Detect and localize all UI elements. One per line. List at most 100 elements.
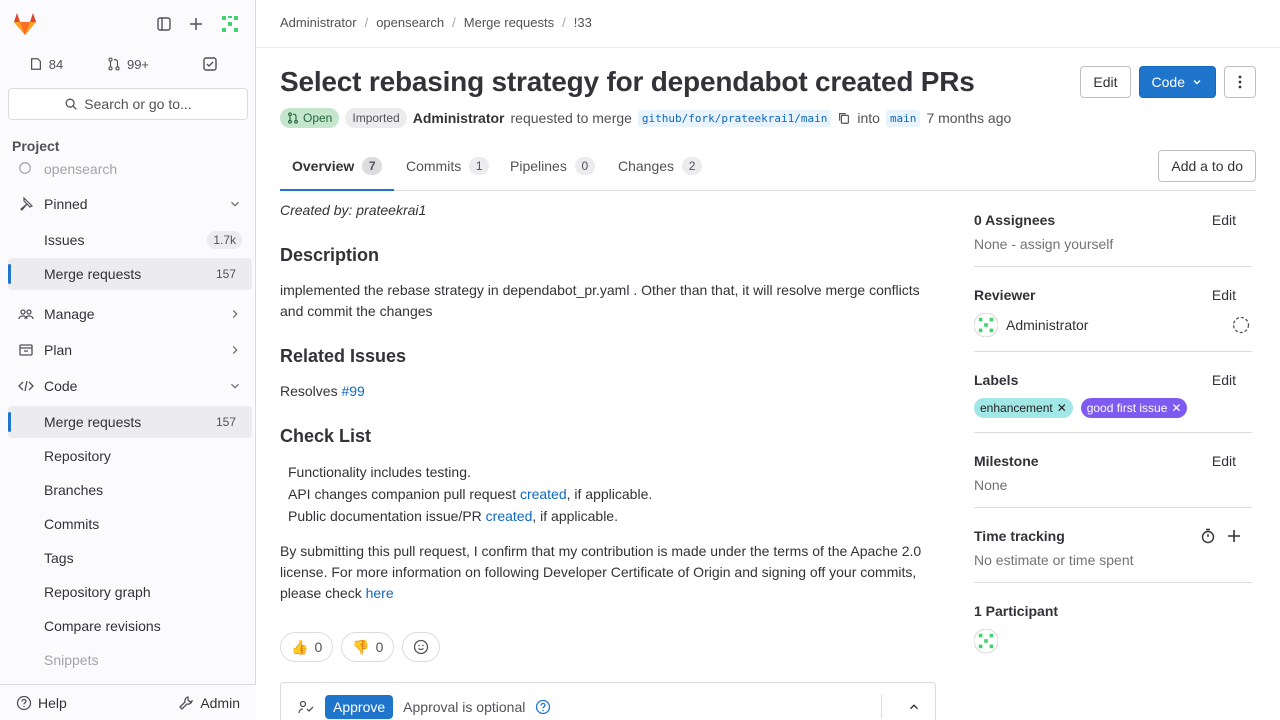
help-button[interactable]: Help: [8, 689, 75, 717]
chevron-right-icon: [228, 307, 242, 321]
breadcrumb-item-mr[interactable]: !33: [574, 15, 592, 30]
label-chip-good-first-issue[interactable]: good first issue ✕: [1080, 398, 1188, 418]
author-link[interactable]: Administrator: [413, 110, 505, 126]
checklist-text: Public documentation issue/PR: [288, 508, 482, 524]
thumbs-up-button[interactable]: 👍 0: [280, 632, 334, 662]
reviewer-edit-button[interactable]: Edit: [1212, 287, 1236, 303]
checklist-link[interactable]: created: [520, 486, 567, 502]
edit-button-label: Edit: [1093, 74, 1118, 90]
checklist-item: Functionality includes testing.: [288, 461, 936, 483]
license-link[interactable]: here: [366, 585, 394, 601]
sidebar-item-manage[interactable]: Manage: [8, 298, 252, 330]
resolves-issue-link[interactable]: #99: [341, 383, 364, 399]
breadcrumb-item-project[interactable]: opensearch: [376, 15, 444, 30]
approve-button[interactable]: Approve: [325, 695, 394, 719]
stopwatch-icon[interactable]: [1200, 528, 1216, 544]
labels-title: Labels: [974, 372, 1019, 388]
gitlab-logo[interactable]: [10, 8, 40, 40]
assignees-value[interactable]: None - assign yourself: [974, 236, 1252, 252]
add-todo-button[interactable]: Add a to do: [1158, 150, 1256, 182]
kebab-menu-icon: [1238, 75, 1242, 89]
resolves-line: Resolves #99: [280, 381, 936, 402]
description-body: implemented the rebase strategy in depen…: [280, 282, 920, 319]
todo-button[interactable]: [172, 48, 248, 80]
question-icon[interactable]: [535, 699, 551, 715]
sidebar-item-label: Repository: [44, 448, 111, 464]
issues-count-button[interactable]: 84: [8, 48, 84, 80]
admin-button[interactable]: Admin: [170, 689, 248, 717]
checklist-item: API changes companion pull request creat…: [288, 483, 936, 505]
remove-label-icon[interactable]: ✕: [1057, 401, 1067, 415]
labels-block: Labels Edit enhancement ✕ good first iss…: [974, 352, 1252, 433]
breadcrumb-item-merge-requests[interactable]: Merge requests: [464, 15, 554, 30]
checklist-link[interactable]: created: [486, 508, 533, 524]
resolves-text: Resolves: [280, 383, 338, 399]
user-avatar[interactable]: [216, 10, 244, 38]
sidebar-item-label: Compare revisions: [44, 618, 161, 634]
source-branch-link[interactable]: github/fork/prateekrai1/main: [637, 109, 832, 127]
search-button[interactable]: Search or go to...: [8, 88, 248, 120]
sidebar-item-pinned[interactable]: Pinned: [8, 188, 252, 220]
milestone-edit-button[interactable]: Edit: [1212, 453, 1236, 469]
sidebar-item-merge-requests-pinned[interactable]: Merge requests 157: [8, 258, 252, 290]
code-dropdown-button[interactable]: Code: [1138, 66, 1216, 98]
sidebar-toggle-icon[interactable]: [150, 10, 178, 38]
tab-overview[interactable]: Overview 7: [280, 142, 395, 191]
plus-icon[interactable]: [182, 10, 210, 38]
tab-label: Commits: [406, 158, 462, 174]
sidebar-item-commits[interactable]: Commits: [8, 508, 252, 540]
collapse-approval-button[interactable]: [881, 695, 925, 719]
thumbs-down-button[interactable]: 👎 0: [341, 632, 395, 662]
sidebar-item-snippets[interactable]: Snippets: [8, 644, 252, 676]
plus-icon[interactable]: [1226, 528, 1242, 544]
sidebar-item-compare-revisions[interactable]: Compare revisions: [8, 610, 252, 642]
more-actions-button[interactable]: [1224, 66, 1256, 98]
tab-changes[interactable]: Changes 2: [606, 142, 714, 190]
sidebar-item-label: Code: [44, 378, 78, 394]
add-reaction-button[interactable]: [402, 632, 441, 662]
edit-button[interactable]: Edit: [1080, 66, 1131, 98]
checklist-item: Public documentation issue/PR created, i…: [288, 505, 936, 527]
reviewer-name: Administrator: [1006, 317, 1089, 333]
mr-tabs: Overview 7 Commits 1 Pipelines 0 Changes…: [280, 142, 1256, 191]
project-avatar-icon: [18, 161, 34, 177]
sidebar-item-label: Tags: [44, 550, 74, 566]
labels-edit-button[interactable]: Edit: [1212, 372, 1236, 388]
smiley-icon: [414, 639, 429, 655]
sidebar-item-plan[interactable]: Plan: [8, 334, 252, 366]
sidebar-item-tags[interactable]: Tags: [8, 542, 252, 574]
tab-count: 7: [362, 157, 383, 175]
tab-label: Pipelines: [510, 158, 567, 174]
todo-check-icon: [203, 57, 217, 71]
assignees-edit-button[interactable]: Edit: [1212, 212, 1236, 228]
label-chip-enhancement[interactable]: enhancement ✕: [974, 398, 1073, 418]
sidebar-item-issues[interactable]: Issues 1.7k: [8, 224, 252, 256]
tab-count: 0: [574, 157, 595, 175]
sidebar-item-repository-graph[interactable]: Repository graph: [8, 576, 252, 608]
chevron-down-icon: [1193, 80, 1201, 85]
tab-pipelines[interactable]: Pipelines 0: [498, 142, 607, 190]
sidebar-item-code-merge-requests[interactable]: Merge requests 157: [8, 406, 252, 438]
remove-label-icon[interactable]: ✕: [1171, 401, 1181, 415]
avatar[interactable]: [974, 629, 998, 653]
sidebar-item-code[interactable]: Code: [8, 370, 252, 402]
merge-request-icon: [108, 57, 120, 71]
breadcrumb-item-owner[interactable]: Administrator: [280, 15, 357, 30]
merge-requests-count-button[interactable]: 99+: [88, 48, 168, 80]
sidebar-item-label: Snippets: [44, 652, 99, 668]
sidebar-item-branches[interactable]: Branches: [8, 474, 252, 506]
target-branch-link[interactable]: main: [885, 109, 921, 127]
labels-list: enhancement ✕ good first issue ✕: [974, 398, 1252, 418]
add-todo-label: Add a to do: [1171, 158, 1243, 174]
sidebar-counts: 84 99+: [8, 48, 248, 80]
breadcrumb-separator: /: [364, 15, 369, 30]
tab-commits[interactable]: Commits 1: [394, 142, 501, 190]
left-sidebar: 84 99+ Search or go to... Project opense…: [0, 0, 256, 720]
copy-branch-button[interactable]: [837, 111, 851, 125]
sidebar-item-project[interactable]: opensearch: [8, 156, 252, 182]
sidebar-item-repository[interactable]: Repository: [8, 440, 252, 472]
sidebar-item-label: Branches: [44, 482, 104, 498]
related-issues-heading: Related Issues: [280, 346, 407, 366]
reviewer-user[interactable]: Administrator: [974, 313, 1088, 337]
license-text: By submitting this pull request, I confi…: [280, 541, 936, 604]
